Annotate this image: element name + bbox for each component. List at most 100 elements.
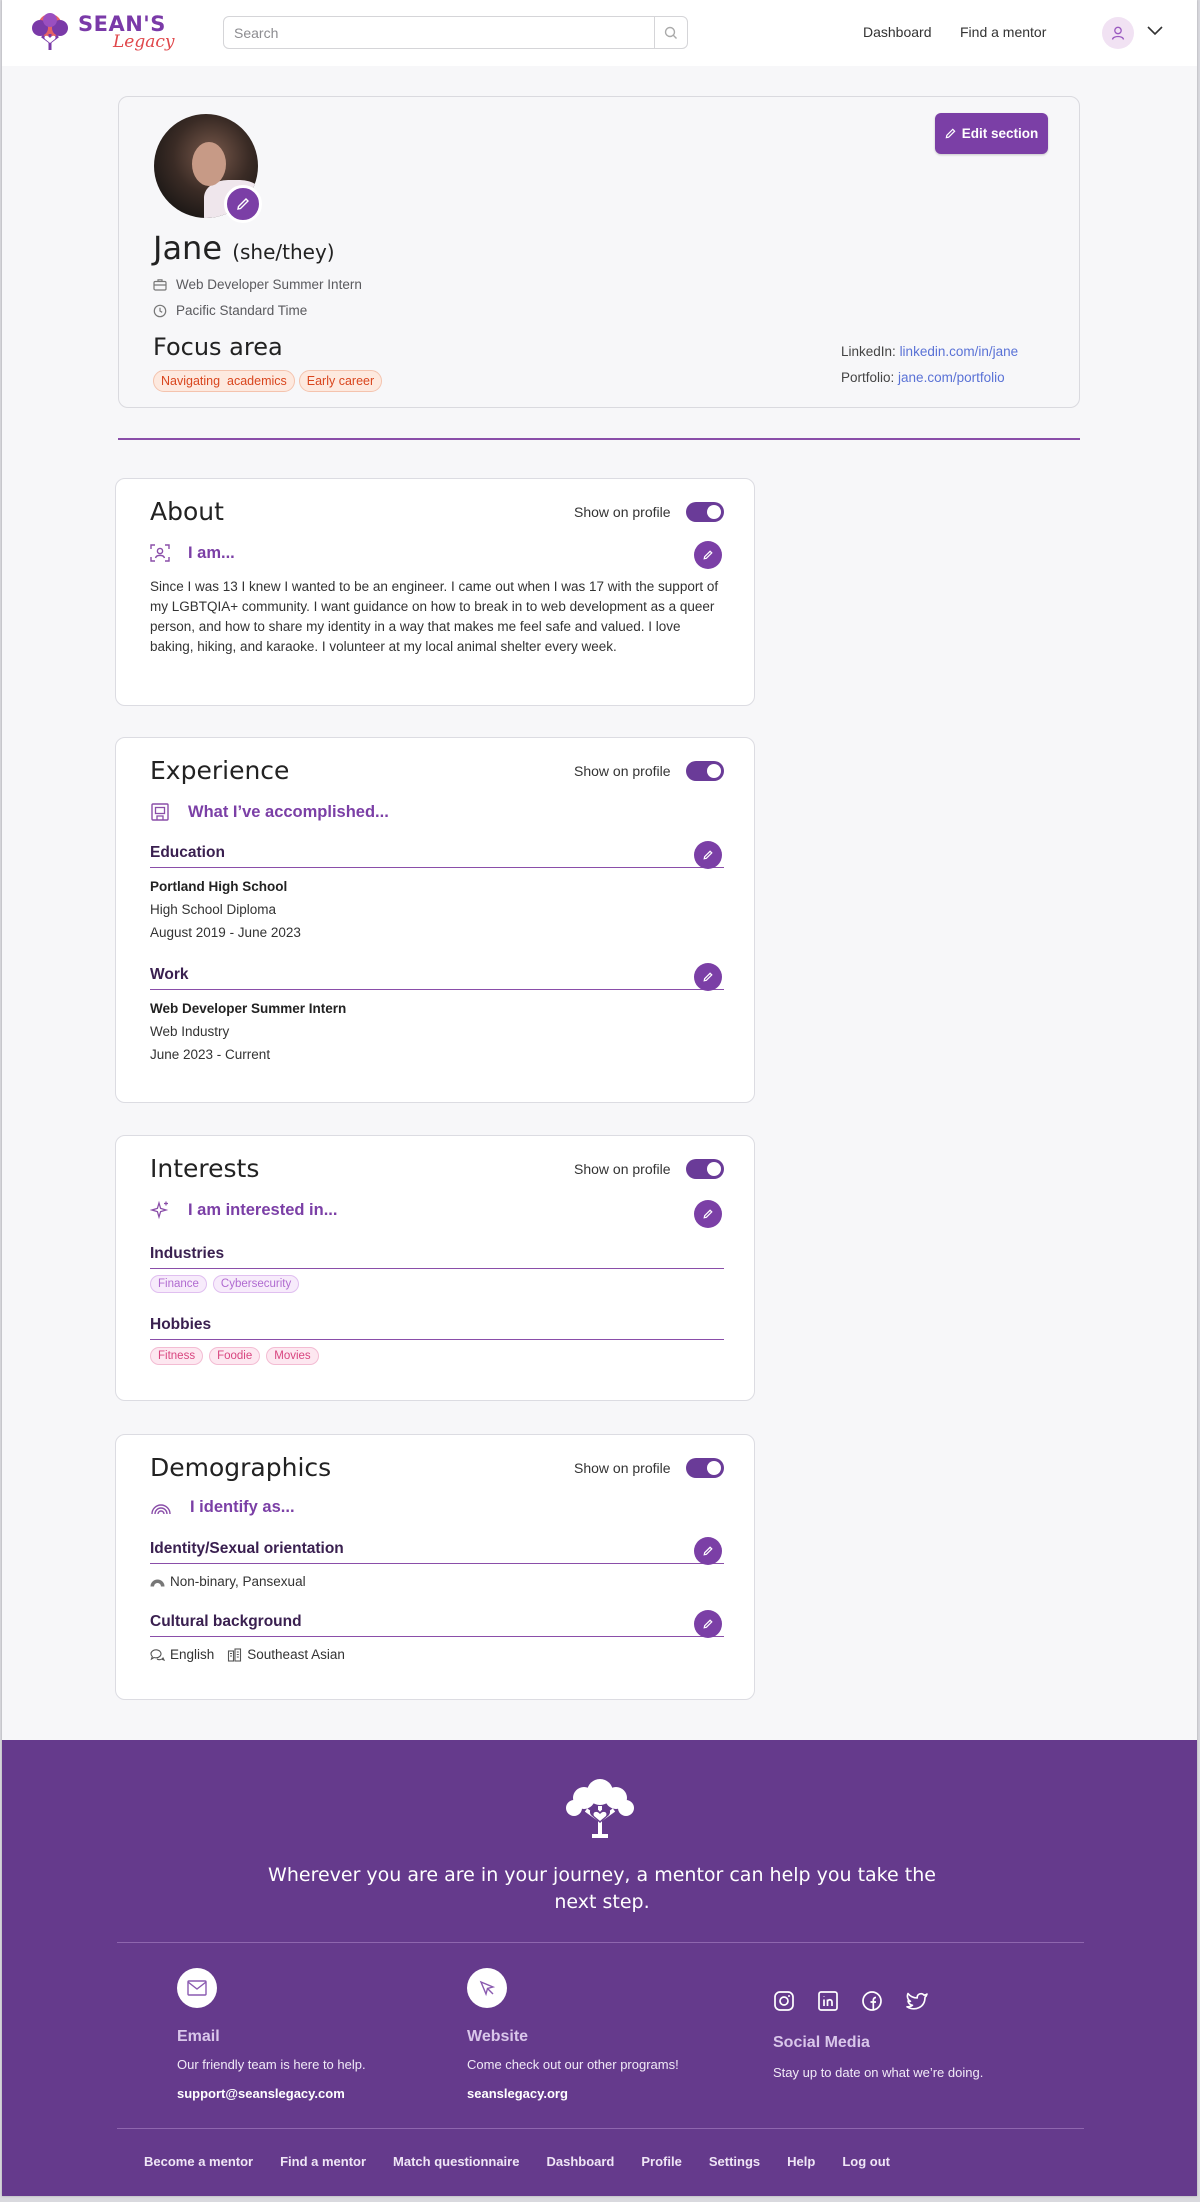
edit-identity-button[interactable]	[694, 1537, 722, 1565]
focus-tag: Early career	[298, 370, 383, 392]
portfolio-line: Portfolio: jane.com/portfolio	[841, 370, 1005, 385]
interests-card: Interests Show on profile I am intereste…	[115, 1135, 755, 1401]
brand-subname: Legacy	[113, 32, 175, 52]
culture-heading: Cultural background	[150, 1613, 724, 1637]
pencil-icon	[703, 550, 713, 560]
industry-tag: Finance	[150, 1275, 207, 1293]
footer-email-block: Email Our friendly team is here to help.…	[177, 1968, 366, 2101]
edit-work-button[interactable]	[694, 963, 722, 991]
linkedin-line: LinkedIn: linkedin.com/in/jane	[841, 344, 1018, 359]
website-description: Come check out our other programs!	[467, 2057, 679, 2072]
demographics-visibility-toggle[interactable]	[686, 1458, 724, 1478]
show-on-profile-label: Show on profile	[574, 1460, 671, 1476]
about-subtitle: I am...	[188, 543, 235, 562]
page: SEAN'S Legacy Dashboard Find a mentor Ed…	[2, 0, 1197, 2196]
footer-link-find-mentor[interactable]: Find a mentor	[280, 2154, 366, 2169]
about-subheading: I am...	[150, 543, 235, 563]
site-footer: Wherever you are are in your journey, a …	[2, 1740, 1197, 2196]
linkedin-link[interactable]: linkedin.com/in/jane	[900, 344, 1019, 359]
identity-value: Non-binary, Pansexual	[170, 1574, 306, 1589]
identity-value-line: Non-binary, Pansexual	[150, 1574, 306, 1589]
search-icon	[664, 26, 677, 39]
nav-find-mentor-link[interactable]: Find a mentor	[960, 24, 1046, 40]
linkedin-label: LinkedIn:	[841, 344, 896, 359]
rainbow-filled-icon	[150, 1579, 165, 1586]
work-heading: Work	[150, 966, 724, 990]
user-icon	[1111, 26, 1125, 40]
about-title: About	[150, 497, 224, 526]
work-industry: Web Industry	[150, 1024, 230, 1039]
hobbies-tags: Fitness Foodie Movies	[150, 1347, 319, 1365]
search-button[interactable]	[654, 17, 687, 48]
city-icon	[228, 1647, 242, 1662]
about-text: Since I was 13 I knew I wanted to be an …	[150, 579, 719, 654]
email-link[interactable]: support@seanslegacy.com	[177, 2086, 366, 2101]
industries-tags: Finance Cybersecurity	[150, 1275, 300, 1293]
footer-link-match-questionnaire[interactable]: Match questionnaire	[393, 2154, 519, 2169]
experience-card: Experience Show on profile What I’ve acc…	[115, 737, 755, 1103]
hobby-tag: Movies	[266, 1347, 319, 1365]
language-value: English	[170, 1647, 215, 1662]
pencil-icon	[703, 1209, 713, 1219]
footer-link-logout[interactable]: Log out	[842, 2154, 890, 2169]
hobby-tag: Fitness	[150, 1347, 204, 1365]
search-input[interactable]	[234, 23, 634, 43]
twitter-icon[interactable]	[905, 1990, 929, 2012]
show-on-profile-label: Show on profile	[574, 1161, 671, 1177]
top-nav-bar: SEAN'S Legacy Dashboard Find a mentor	[2, 0, 1197, 66]
work-item: Web Developer Summer Intern Web Industry…	[150, 997, 346, 1066]
footer-divider	[117, 1942, 1084, 1943]
envelope-icon	[187, 1980, 207, 1996]
footer-link-settings[interactable]: Settings	[709, 2154, 760, 2169]
portfolio-link[interactable]: jane.com/portfolio	[898, 370, 1005, 385]
footer-link-help[interactable]: Help	[787, 2154, 815, 2169]
edit-education-button[interactable]	[694, 841, 722, 869]
profile-name-text: Jane	[153, 229, 223, 267]
linkedin-icon[interactable]	[817, 1990, 839, 2012]
interests-visibility-toggle[interactable]	[686, 1159, 724, 1179]
footer-link-become-mentor[interactable]: Become a mentor	[144, 2154, 253, 2169]
industries-heading: Industries	[150, 1245, 724, 1269]
experience-title: Experience	[150, 756, 290, 785]
footer-link-profile[interactable]: Profile	[641, 2154, 681, 2169]
instagram-icon[interactable]	[773, 1990, 795, 2012]
user-menu-avatar[interactable]	[1102, 17, 1134, 49]
demographics-card: Demographics Show on profile I identify …	[115, 1434, 755, 1700]
hobby-tag: Foodie	[209, 1347, 261, 1365]
about-visibility-toggle[interactable]	[686, 502, 724, 522]
show-on-profile-label: Show on profile	[574, 763, 671, 779]
edit-interests-button[interactable]	[694, 1200, 722, 1228]
ethnicity-value: Southeast Asian	[247, 1647, 345, 1662]
demographics-title: Demographics	[150, 1453, 332, 1482]
edit-photo-button[interactable]	[224, 185, 262, 223]
pencil-icon	[703, 850, 713, 860]
edit-culture-button[interactable]	[694, 1610, 722, 1638]
footer-divider	[117, 2128, 1084, 2129]
edit-section-button[interactable]: Edit section	[935, 113, 1048, 154]
tree-heart-logo-icon	[566, 1779, 634, 1838]
profile-summary-card: Edit section Jane (she/they) Web Develop…	[118, 96, 1080, 408]
education-heading: Education	[150, 844, 724, 868]
focus-area-title: Focus area	[153, 333, 283, 361]
profile-name: Jane (she/they)	[153, 229, 335, 267]
identity-heading: Identity/Sexual orientation	[150, 1540, 724, 1564]
footer-link-dashboard[interactable]: Dashboard	[546, 2154, 614, 2169]
chevron-down-icon[interactable]	[1146, 22, 1164, 40]
email-heading: Email	[177, 2028, 220, 2045]
website-link[interactable]: seanslegacy.org	[467, 2086, 679, 2101]
nav-dashboard-link[interactable]: Dashboard	[863, 24, 932, 40]
edit-about-button[interactable]	[694, 541, 722, 569]
section-divider	[118, 438, 1080, 440]
focus-tag: Navigating academics	[153, 370, 295, 392]
brand-logo[interactable]: SEAN'S Legacy	[28, 10, 178, 56]
demographics-subheading: I identify as...	[150, 1498, 295, 1517]
facebook-icon[interactable]	[861, 1990, 883, 2012]
demographics-subtitle: I identify as...	[190, 1498, 295, 1516]
email-icon-badge	[177, 1968, 217, 2008]
profile-timezone: Pacific Standard Time	[176, 303, 308, 318]
experience-visibility-toggle[interactable]	[686, 761, 724, 781]
briefcase-icon	[153, 279, 167, 291]
hobbies-heading: Hobbies	[150, 1316, 724, 1340]
profile-role: Web Developer Summer Intern	[176, 277, 362, 292]
focus-area-tags: Navigating academics Early career	[153, 370, 383, 392]
